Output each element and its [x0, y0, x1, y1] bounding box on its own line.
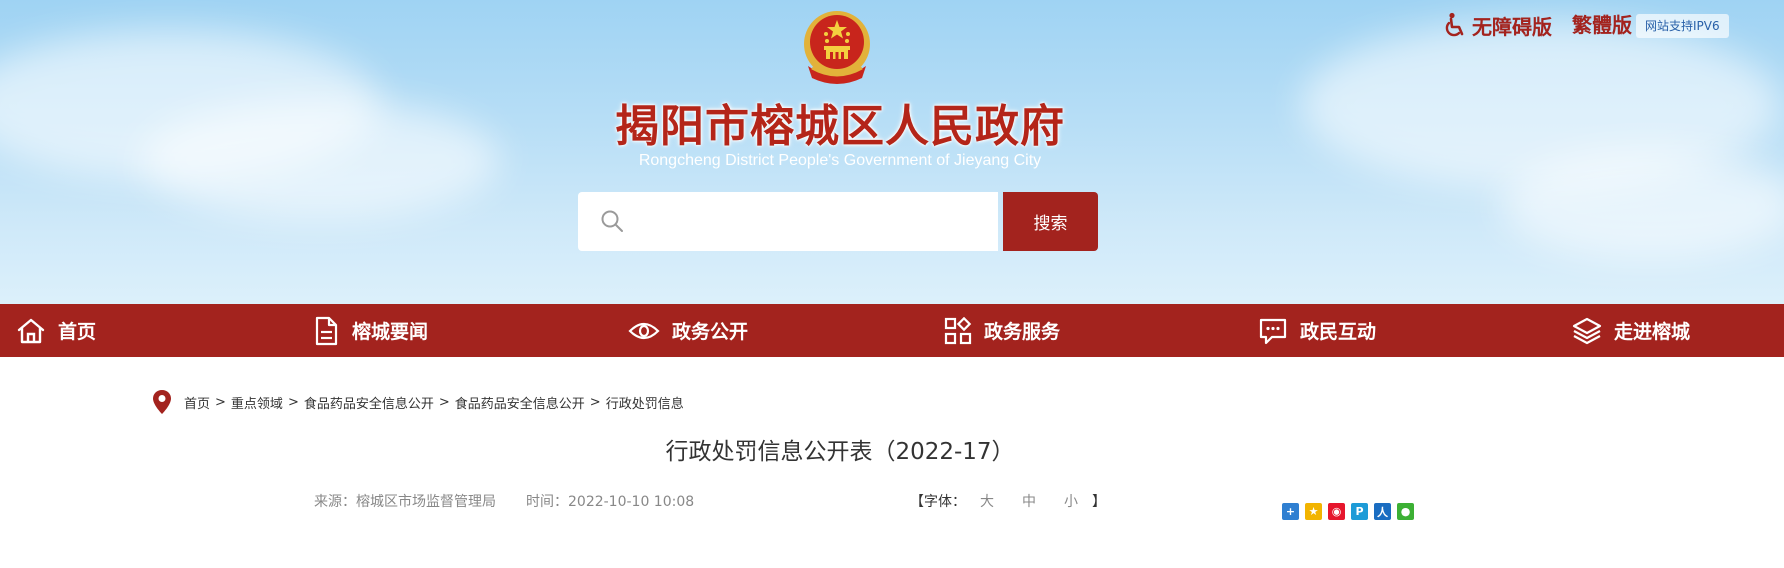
site-title: 揭阳市榕城区人民政府 [615, 101, 1065, 152]
traditional-chinese-link[interactable]: 繁體版 [1572, 10, 1632, 40]
breadcrumb-separator: > [438, 394, 450, 410]
search-input[interactable] [638, 202, 988, 242]
breadcrumb-item-food-drug-sub[interactable]: 食品药品安全信息公开 [455, 393, 585, 412]
main-nav: 首页 榕城要闻 政务公开 政务服务 政民互动 走进榕城 [0, 304, 1784, 357]
nav-item-gov-affairs-open[interactable]: 政务公开 [628, 304, 748, 357]
share-toolbar: + ★ ◉ P 人 ● [1282, 503, 1414, 520]
nav-item-gov-services[interactable]: 政务服务 [944, 304, 1060, 357]
search-box [578, 192, 998, 251]
search-icon [601, 210, 623, 232]
nav-label: 政民互动 [1300, 321, 1377, 343]
top-utility-bar: 无障碍版 繁體版 网站支持IPV6 [1444, 8, 1784, 40]
layers-icon [1572, 317, 1602, 344]
article-time: 时间：2022-10-10 10:08 [526, 494, 695, 510]
article-title: 行政处罚信息公开表（2022-17） [665, 439, 1015, 465]
cloud-decoration [1500, 150, 1784, 260]
wechat-icon[interactable]: ● [1397, 503, 1414, 520]
renren-icon[interactable]: 人 [1374, 503, 1391, 520]
font-size-small-button[interactable]: 小 [1064, 492, 1078, 512]
breadcrumb-item-food-drug[interactable]: 食品药品安全信息公开 [304, 393, 434, 412]
breadcrumb-separator: > [215, 394, 226, 410]
font-size-prefix: 【字体： [910, 494, 966, 510]
nav-item-interaction[interactable]: 政民互动 [1258, 304, 1376, 357]
nav-label: 走进榕城 [1614, 321, 1691, 343]
chat-icon [1259, 318, 1287, 344]
nav-label: 首页 [58, 321, 97, 343]
document-icon [315, 316, 338, 345]
nav-label: 政务公开 [672, 321, 749, 343]
accessibility-link[interactable]: 无障碍版 [1444, 10, 1552, 40]
nav-item-about[interactable]: 走进榕城 [1572, 304, 1690, 357]
nav-item-home[interactable]: 首页 [16, 304, 96, 357]
grid-icon [944, 316, 972, 344]
accessibility-label: 无障碍版 [1472, 14, 1552, 39]
header-banner: 无障碍版 繁體版 网站支持IPV6 揭阳市榕城区人民政府 Rongcheng D… [0, 0, 1784, 304]
location-pin-icon [153, 390, 171, 414]
ipv6-badge: 网站支持IPV6 [1636, 14, 1729, 38]
site-subtitle: Rongcheng District People's Government o… [638, 152, 1042, 169]
breadcrumb-item-penalty-info[interactable]: 行政处罚信息 [606, 393, 684, 412]
qzone-icon[interactable]: ★ [1305, 503, 1322, 520]
nav-item-news[interactable]: 榕城要闻 [312, 304, 428, 357]
breadcrumb-item-key-areas[interactable]: 重点领域 [231, 393, 283, 412]
breadcrumb-separator: > [589, 394, 601, 410]
weibo-icon[interactable]: ◉ [1328, 503, 1345, 520]
breadcrumb-separator: > [287, 394, 299, 410]
font-size-medium-button[interactable]: 中 [1022, 492, 1036, 512]
search-button[interactable]: 搜索 [1003, 192, 1098, 251]
breadcrumb-item-home[interactable]: 首页 [184, 393, 210, 412]
font-size-control: 【字体： 大 中 小 】 [910, 492, 1106, 512]
eye-icon [628, 322, 660, 339]
nav-label: 榕城要闻 [352, 321, 429, 343]
font-size-large-button[interactable]: 大 [980, 492, 994, 512]
tencent-weibo-icon[interactable]: P [1351, 503, 1368, 520]
more-share-icon[interactable]: + [1282, 503, 1299, 520]
home-icon [17, 318, 45, 343]
wheelchair-icon [1445, 12, 1464, 37]
font-size-suffix: 】 [1092, 494, 1106, 510]
national-emblem-icon [804, 11, 870, 84]
breadcrumb: 首页 > 重点领域 > 食品药品安全信息公开 > 食品药品安全信息公开 > 行政… [152, 388, 684, 416]
cloud-decoration [140, 100, 500, 220]
article-source: 来源：榕城区市场监督管理局 [314, 494, 496, 510]
nav-label: 政务服务 [984, 321, 1061, 343]
